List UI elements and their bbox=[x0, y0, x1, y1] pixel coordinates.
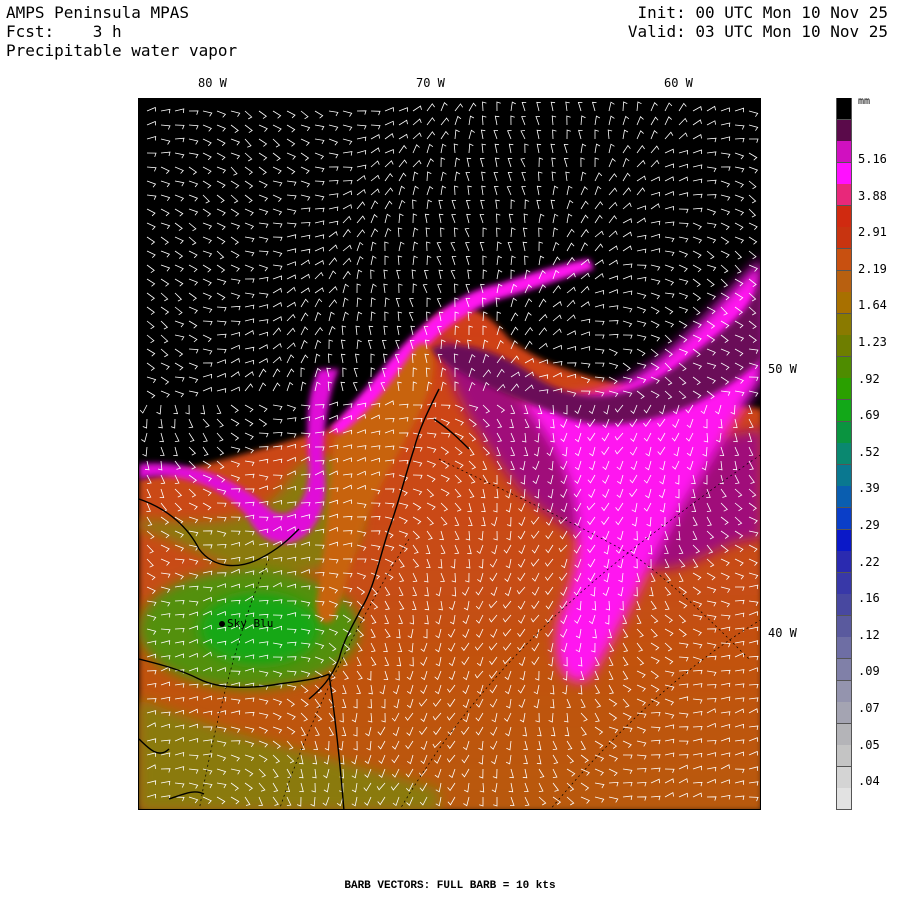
colorbar-swatch bbox=[836, 658, 852, 681]
colorbar-swatch bbox=[836, 788, 852, 811]
colorbar-label: .07 bbox=[858, 701, 880, 715]
colorbar-swatch bbox=[836, 615, 852, 638]
lon-label-70w: 70 W bbox=[416, 76, 445, 90]
colorbar-swatch bbox=[836, 141, 852, 164]
colorbar-label: 2.91 bbox=[858, 225, 887, 240]
forecast-value: 3 h bbox=[92, 22, 122, 41]
colorbar-swatch bbox=[836, 335, 852, 358]
colorbar-swatch bbox=[836, 507, 852, 530]
station-marker-sky-blu[interactable] bbox=[219, 621, 225, 627]
colorbar-label: .12 bbox=[858, 627, 880, 642]
colorbar-unit: mm bbox=[858, 96, 871, 107]
colorbar-label: 1.64 bbox=[858, 298, 887, 313]
init-label: Init: bbox=[637, 3, 686, 22]
colorbar-swatch bbox=[836, 205, 852, 228]
init-value: 00 UTC Mon 10 Nov 25 bbox=[695, 3, 888, 22]
colorbar-swatch bbox=[836, 227, 852, 250]
colorbar-label: 3.88 bbox=[858, 188, 887, 203]
colorbar-swatch bbox=[836, 184, 852, 207]
header-left: AMPS Peninsula MPAS Fcst: 3 h Precipitab… bbox=[6, 3, 237, 60]
valid-value: 03 UTC Mon 10 Nov 25 bbox=[695, 22, 888, 41]
colorbar-swatch bbox=[836, 421, 852, 444]
forecast-label: Fcst: bbox=[6, 22, 55, 41]
colorbar-swatch bbox=[836, 98, 852, 120]
lat-label-50w: 50 W bbox=[768, 362, 797, 376]
colorbar-swatch bbox=[836, 162, 852, 185]
colorbar-label: .09 bbox=[858, 664, 880, 679]
station-label: Sky Blu bbox=[227, 617, 274, 630]
colorbar-swatch bbox=[836, 249, 852, 272]
colorbar-swatch bbox=[836, 292, 852, 315]
colorbar-swatch bbox=[836, 680, 852, 703]
colorbar-swatch bbox=[836, 723, 852, 746]
colorbar-swatch bbox=[836, 119, 852, 142]
colorbar-swatch bbox=[836, 486, 852, 509]
colorbar-label: .69 bbox=[858, 408, 880, 423]
colorbar-label: 2.19 bbox=[858, 261, 887, 276]
colorbar-swatch bbox=[836, 464, 852, 487]
valid-label: Valid: bbox=[627, 22, 686, 41]
colorbar-swatch bbox=[836, 637, 852, 660]
lon-label-80w: 80 W bbox=[198, 76, 227, 90]
colorbar-swatch bbox=[836, 702, 852, 725]
colorbar bbox=[836, 98, 852, 811]
colorbar-label: .05 bbox=[858, 737, 880, 752]
colorbar-swatch bbox=[836, 270, 852, 293]
colorbar-swatch bbox=[836, 529, 852, 552]
colorbar-swatch bbox=[836, 443, 852, 466]
colorbar-label: .39 bbox=[858, 481, 880, 496]
colorbar-label: .04 bbox=[858, 774, 880, 789]
colorbar-swatch bbox=[836, 400, 852, 423]
colorbar-label: .92 bbox=[858, 371, 880, 386]
colorbar-label: 5.16 bbox=[858, 152, 887, 166]
map-panel[interactable]: Sky Blu bbox=[138, 98, 761, 810]
model-name: AMPS Peninsula MPAS bbox=[6, 3, 190, 22]
colorbar-swatch bbox=[836, 551, 852, 574]
colorbar-swatch bbox=[836, 572, 852, 595]
colorbar-label: .22 bbox=[858, 554, 880, 569]
colorbar-label: .16 bbox=[858, 591, 880, 606]
colorbar-swatch bbox=[836, 356, 852, 379]
colorbar-label: .29 bbox=[858, 518, 880, 532]
header-right: Init: 00 UTC Mon 10 Nov 25 Valid: 03 UTC… bbox=[628, 3, 888, 41]
colorbar-label: .52 bbox=[858, 444, 880, 459]
footer-caption: BARB VECTORS: FULL BARB = 10 kts bbox=[344, 880, 556, 892]
colorbar-swatch bbox=[836, 378, 852, 401]
field-name: Precipitable water vapor bbox=[6, 41, 238, 60]
lon-label-60w: 60 W bbox=[664, 76, 693, 90]
lat-label-40w: 40 W bbox=[768, 626, 797, 640]
colorbar-swatch bbox=[836, 313, 852, 336]
colorbar-swatch bbox=[836, 594, 852, 617]
colorbar-swatch bbox=[836, 766, 852, 789]
colorbar-swatch bbox=[836, 745, 852, 768]
colorbar-label: 1.23 bbox=[858, 335, 887, 349]
pwv-map bbox=[139, 99, 760, 809]
